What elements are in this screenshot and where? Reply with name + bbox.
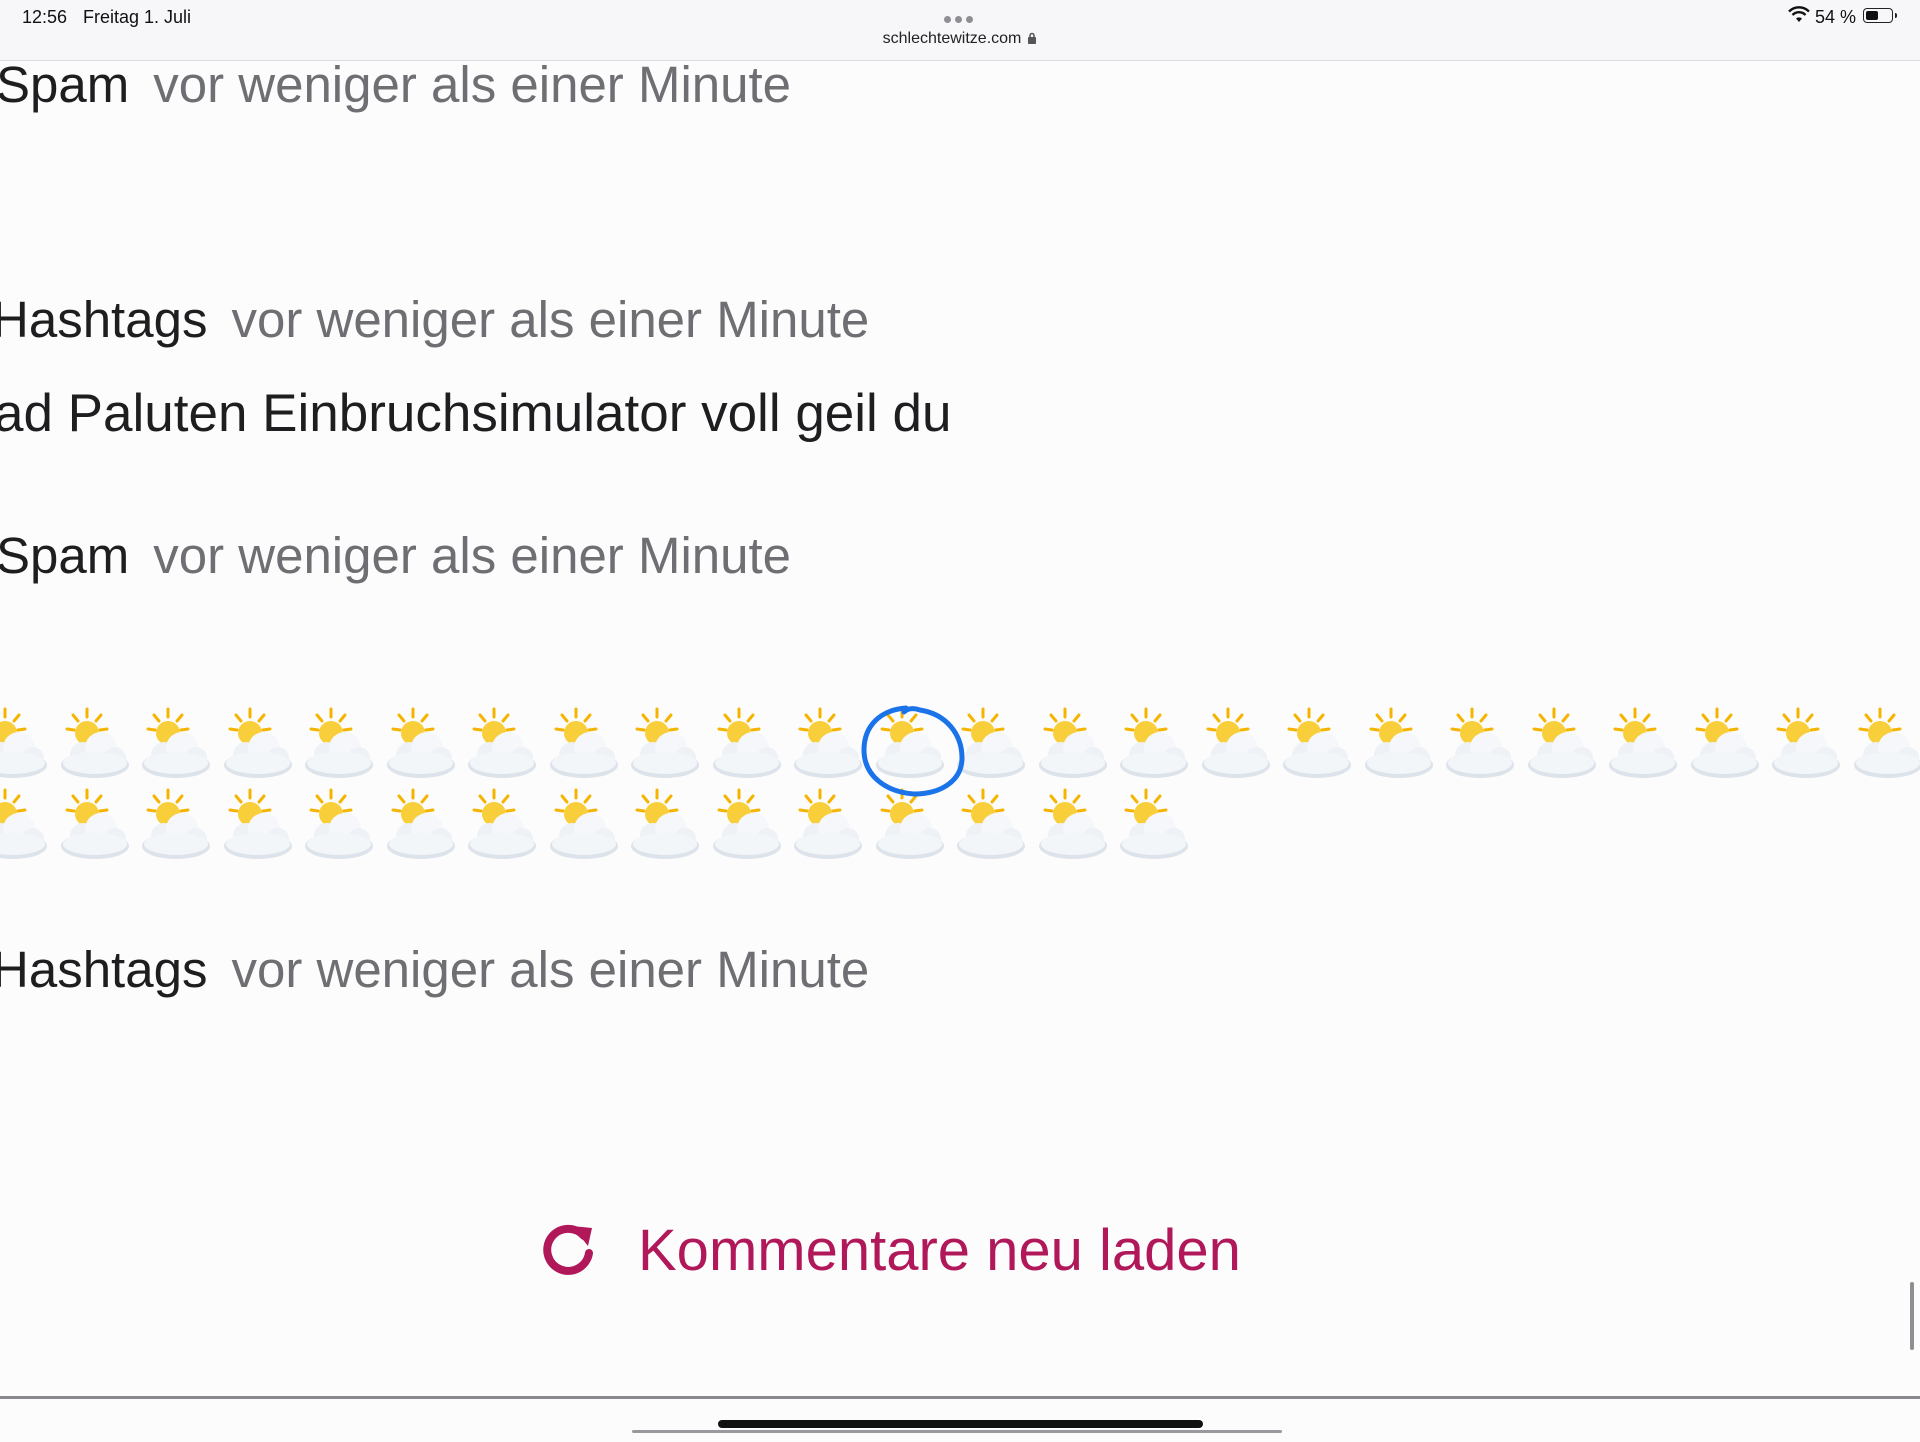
sun-behind-cloud-emoji: [1768, 705, 1842, 781]
sun-behind-cloud-emoji: [709, 705, 783, 781]
lock-icon: [1027, 31, 1037, 49]
sun-behind-cloud-emoji: [464, 786, 538, 862]
bottom-toolbar: [0, 1396, 1920, 1442]
sun-behind-cloud-emoji: [383, 786, 457, 862]
sun-behind-cloud-emoji: [301, 786, 375, 862]
sun-behind-cloud-emoji: [1035, 705, 1109, 781]
sun-behind-cloud-emoji: [1442, 705, 1516, 781]
highlight-circle-annotation: [860, 704, 966, 798]
comment-timestamp: vor weniger als einer Minute: [231, 291, 869, 348]
home-track: [632, 1430, 1282, 1433]
sun-behind-cloud-emoji: [627, 705, 701, 781]
comment-header: Hashtags vor weniger als einer Minute: [0, 940, 869, 1000]
comment-header: Hashtags vor weniger als einer Minute: [0, 290, 869, 350]
home-indicator[interactable]: [718, 1420, 1203, 1428]
sun-behind-cloud-emoji: [57, 786, 131, 862]
status-time: 12:56: [22, 7, 67, 28]
sun-behind-cloud-emoji: [790, 786, 864, 862]
address-bar[interactable]: schlechtewitze.com: [0, 30, 1920, 49]
sun-behind-cloud-emoji: [790, 705, 864, 781]
sun-behind-cloud-emoji: [1687, 705, 1761, 781]
sun-behind-cloud-emoji: [1279, 705, 1353, 781]
sun-behind-cloud-emoji: [1850, 705, 1920, 781]
comment-timestamp: vor weniger als einer Minute: [153, 56, 791, 113]
reload-comments-button[interactable]: Kommentare neu laden: [540, 1215, 1241, 1285]
sun-behind-cloud-emoji: [0, 705, 49, 781]
sun-behind-cloud-emoji: [1116, 786, 1190, 862]
comment-header: Spam vor weniger als einer Minute: [0, 526, 791, 586]
comment-header: Spam vor weniger als einer Minute: [0, 55, 791, 115]
sun-behind-cloud-emoji: [220, 786, 294, 862]
sun-behind-cloud-emoji: [138, 786, 212, 862]
sun-behind-cloud-emoji: [1605, 705, 1679, 781]
sun-behind-cloud-emoji: [57, 705, 131, 781]
url-text: schlechtewitze.com: [883, 30, 1022, 47]
reload-comments-label: Kommentare neu laden: [638, 1217, 1241, 1284]
sun-behind-cloud-emoji: [1198, 705, 1272, 781]
comment-author[interactable]: Hashtags: [0, 941, 207, 998]
comment-body: ad Paluten Einbruchsimulator voll geil d…: [0, 384, 952, 444]
comment-author[interactable]: Spam: [0, 56, 129, 113]
sun-behind-cloud-emoji: [1035, 786, 1109, 862]
comment-author[interactable]: Spam: [0, 527, 129, 584]
sun-behind-cloud-emoji: [546, 786, 620, 862]
sun-behind-cloud-emoji: [1361, 705, 1435, 781]
sun-behind-cloud-emoji: [0, 786, 49, 862]
status-bar: 12:56 Freitag 1. Juli schlechtewitze.com…: [0, 0, 1920, 61]
wifi-icon: [1788, 6, 1810, 29]
refresh-icon: [540, 1222, 596, 1278]
status-date: Freitag 1. Juli: [83, 7, 191, 28]
sun-behind-cloud-emoji: [709, 786, 783, 862]
sun-behind-cloud-emoji: [301, 705, 375, 781]
scrollbar[interactable]: [1910, 1282, 1914, 1350]
sun-behind-cloud-emoji: [464, 705, 538, 781]
sun-behind-cloud-emoji: [1524, 705, 1598, 781]
sun-behind-cloud-emoji: [546, 705, 620, 781]
battery-icon: [1863, 8, 1893, 23]
battery-percentage: 54 %: [1815, 7, 1856, 28]
comment-author[interactable]: Hashtags: [0, 291, 207, 348]
comment-timestamp: vor weniger als einer Minute: [153, 527, 791, 584]
sun-behind-cloud-emoji: [1116, 705, 1190, 781]
multitasking-dots-icon[interactable]: [944, 10, 978, 18]
sun-behind-cloud-emoji: [138, 705, 212, 781]
comment-timestamp: vor weniger als einer Minute: [231, 941, 869, 998]
sun-behind-cloud-emoji: [627, 786, 701, 862]
sun-behind-cloud-emoji: [383, 705, 457, 781]
sun-behind-cloud-emoji: [220, 705, 294, 781]
